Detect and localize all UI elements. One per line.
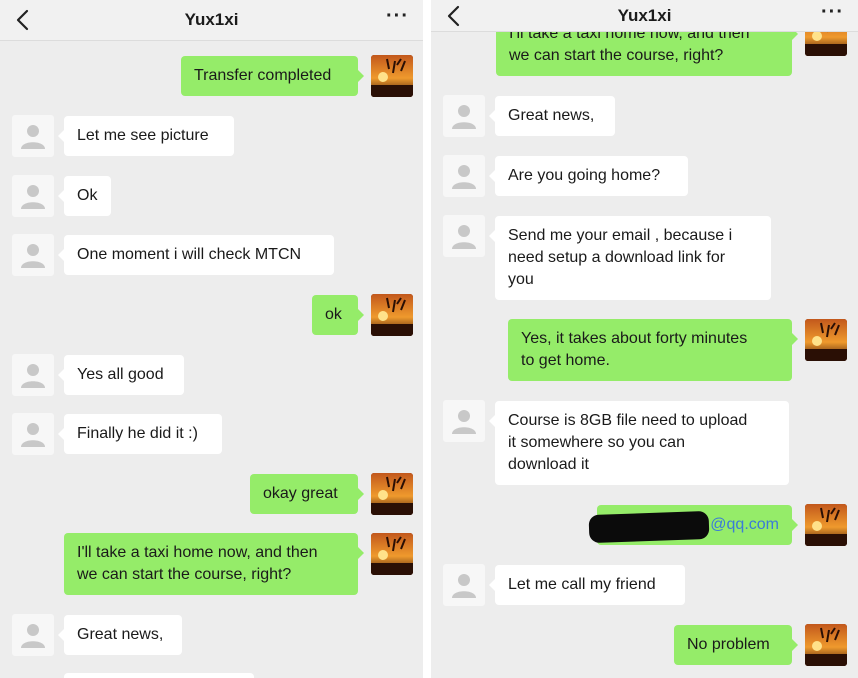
message-bubble-incoming[interactable]: Course is 8GB file need to upload it som… bbox=[489, 401, 789, 485]
message-text-line: download it bbox=[508, 456, 589, 473]
message-bubble-outgoing[interactable]: Yes, it takes about forty minutes to get… bbox=[508, 319, 798, 381]
message-text-line: Course is 8GB file need to upload bbox=[508, 412, 748, 429]
message-bubble-outgoing[interactable]: @qq.com bbox=[588, 505, 798, 545]
contact-avatar[interactable] bbox=[443, 400, 485, 442]
message-bubble-incoming[interactable]: Send me your email , because i need setu… bbox=[489, 216, 771, 300]
message-text-line: Send me your email , because i bbox=[508, 227, 733, 244]
chat-header: Yux1xi ··· bbox=[431, 0, 858, 32]
message-text: Let me call my friend bbox=[508, 576, 656, 593]
message-bubble-incoming[interactable]: One moment i will check MTCN bbox=[58, 235, 334, 275]
default-avatar-icon bbox=[21, 624, 45, 648]
message-text: Transfer completed bbox=[194, 67, 332, 84]
default-avatar-icon bbox=[21, 423, 45, 447]
message-text-line: we can start the course, right? bbox=[509, 47, 724, 64]
my-avatar[interactable] bbox=[805, 624, 847, 666]
default-avatar-icon bbox=[452, 410, 476, 434]
message-text: okay great bbox=[263, 485, 338, 502]
message-text-line: we can start the course, right? bbox=[77, 566, 292, 583]
message-bubble-outgoing[interactable]: okay great bbox=[250, 474, 364, 514]
my-avatar[interactable] bbox=[371, 294, 413, 336]
message-bubble-outgoing[interactable]: ok bbox=[312, 295, 364, 335]
default-avatar-icon bbox=[452, 574, 476, 598]
my-avatar[interactable] bbox=[371, 533, 413, 575]
message-bubble-incoming-partial[interactable] bbox=[64, 673, 254, 678]
message-bubble-incoming[interactable]: Are you going home? bbox=[489, 156, 688, 196]
message-text: Ok bbox=[77, 187, 98, 204]
message-text-line: Yes, it takes about forty minutes bbox=[521, 330, 748, 347]
default-avatar-icon bbox=[452, 225, 476, 249]
more-dots-icon[interactable]: ··· bbox=[386, 5, 409, 28]
message-bubble-outgoing[interactable]: I'll take a taxi home now, and then we c… bbox=[64, 533, 364, 595]
contact-avatar[interactable] bbox=[443, 564, 485, 606]
message-text-line: I'll take a taxi home now, and then bbox=[77, 544, 318, 561]
contact-avatar[interactable] bbox=[12, 413, 54, 455]
message-bubble-outgoing[interactable]: Transfer completed bbox=[181, 56, 364, 96]
chat-header: Yux1xi ··· bbox=[0, 0, 423, 41]
redaction-mark bbox=[588, 510, 710, 544]
message-text: Are you going home? bbox=[508, 167, 661, 184]
contact-avatar[interactable] bbox=[443, 95, 485, 137]
contact-avatar[interactable] bbox=[443, 215, 485, 257]
message-bubble-incoming[interactable]: Yes all good bbox=[58, 355, 184, 395]
message-text: One moment i will check MTCN bbox=[77, 246, 302, 263]
message-text-line: need setup a download link for bbox=[508, 249, 726, 266]
message-bubble-incoming[interactable]: Ok bbox=[58, 176, 111, 216]
message-text-line: you bbox=[508, 271, 534, 288]
my-avatar[interactable] bbox=[805, 504, 847, 546]
message-text-line: it somewhere so you can bbox=[508, 434, 685, 451]
my-avatar[interactable] bbox=[805, 319, 847, 361]
message-bubble-incoming[interactable]: Finally he did it :) bbox=[58, 414, 222, 454]
message-text-line: to get home. bbox=[521, 352, 610, 369]
message-text: Yes all good bbox=[77, 366, 164, 383]
my-avatar[interactable] bbox=[371, 55, 413, 97]
chat-title: Yux1xi bbox=[184, 10, 239, 29]
chat-screen-right: Yux1xi ··· I'll take a taxi home now, an… bbox=[431, 0, 858, 678]
message-text: Great news, bbox=[508, 107, 595, 124]
contact-avatar[interactable] bbox=[12, 175, 54, 217]
default-avatar-icon bbox=[452, 105, 476, 129]
message-bubble-incoming[interactable]: Great news, bbox=[489, 96, 615, 136]
message-text: Let me see picture bbox=[77, 127, 209, 144]
default-avatar-icon bbox=[452, 165, 476, 189]
contact-avatar[interactable] bbox=[12, 354, 54, 396]
default-avatar-icon bbox=[21, 244, 45, 268]
chat-title: Yux1xi bbox=[617, 6, 672, 25]
default-avatar-icon bbox=[21, 125, 45, 149]
message-text: No problem bbox=[687, 636, 770, 653]
contact-avatar[interactable] bbox=[12, 614, 54, 656]
email-link[interactable]: @qq.com bbox=[710, 505, 779, 545]
default-avatar-icon bbox=[21, 185, 45, 209]
message-bubble-incoming[interactable]: Let me see picture bbox=[58, 116, 234, 156]
message-bubble-incoming[interactable]: Great news, bbox=[58, 615, 182, 655]
contact-avatar[interactable] bbox=[12, 234, 54, 276]
message-text: Finally he did it :) bbox=[77, 425, 198, 442]
more-dots-icon[interactable]: ··· bbox=[821, 1, 844, 24]
contact-avatar[interactable] bbox=[443, 155, 485, 197]
contact-avatar[interactable] bbox=[12, 115, 54, 157]
default-avatar-icon bbox=[21, 364, 45, 388]
chat-screen-left: Yux1xi ··· Transfer completed Let me see… bbox=[0, 0, 423, 678]
my-avatar[interactable] bbox=[371, 473, 413, 515]
message-bubble-incoming[interactable]: Let me call my friend bbox=[489, 565, 685, 605]
message-text: ok bbox=[325, 306, 342, 323]
message-bubble-outgoing[interactable]: No problem bbox=[674, 625, 798, 665]
message-text: Great news, bbox=[77, 626, 164, 643]
